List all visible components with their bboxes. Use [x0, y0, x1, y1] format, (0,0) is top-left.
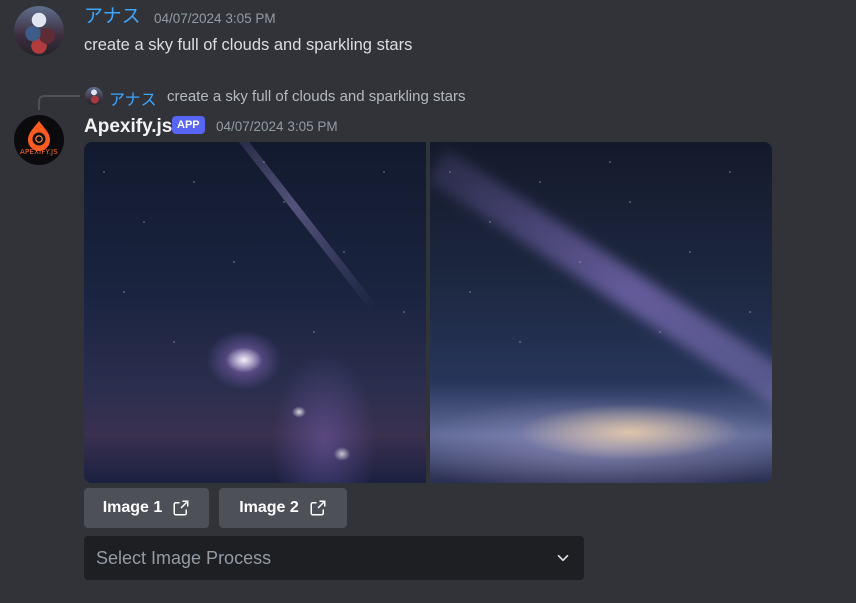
bot-name[interactable]: Apexify.js	[84, 116, 172, 138]
bot-avatar-label: APEXIFY.JS	[20, 148, 58, 156]
app-badge: APP	[172, 116, 205, 134]
image-2-button-label: Image 2	[239, 499, 299, 516]
chevron-down-icon	[557, 554, 569, 562]
image-stars	[84, 142, 426, 483]
reply-preview-text[interactable]: create a sky full of clouds and sparklin…	[167, 88, 465, 105]
generated-image-2[interactable]	[430, 142, 772, 483]
reply-connector	[38, 95, 80, 110]
image-process-select[interactable]: Select Image Process	[84, 536, 584, 580]
message-timestamp: 04/07/2024 3:05 PM	[154, 11, 276, 26]
select-placeholder: Select Image Process	[96, 547, 272, 568]
image-1-button-label: Image 1	[102, 499, 163, 516]
bot-avatar[interactable]: APEXIFY.JS	[14, 115, 64, 165]
message-text: create a sky full of clouds and sparklin…	[84, 36, 413, 54]
external-link-icon	[173, 500, 189, 516]
image-1-button[interactable]: Image 1	[84, 488, 209, 528]
external-link-icon	[310, 500, 326, 516]
apexify-logo-icon	[28, 121, 50, 151]
reply-username[interactable]: アナス	[109, 86, 157, 110]
image-stars	[430, 142, 772, 483]
image-2-button[interactable]: Image 2	[219, 488, 347, 528]
user-avatar[interactable]	[14, 6, 64, 56]
username[interactable]: アナス	[84, 6, 141, 28]
generated-image-1[interactable]	[84, 142, 426, 483]
reply-avatar[interactable]	[85, 87, 103, 105]
bot-message-timestamp: 04/07/2024 3:05 PM	[216, 119, 338, 134]
